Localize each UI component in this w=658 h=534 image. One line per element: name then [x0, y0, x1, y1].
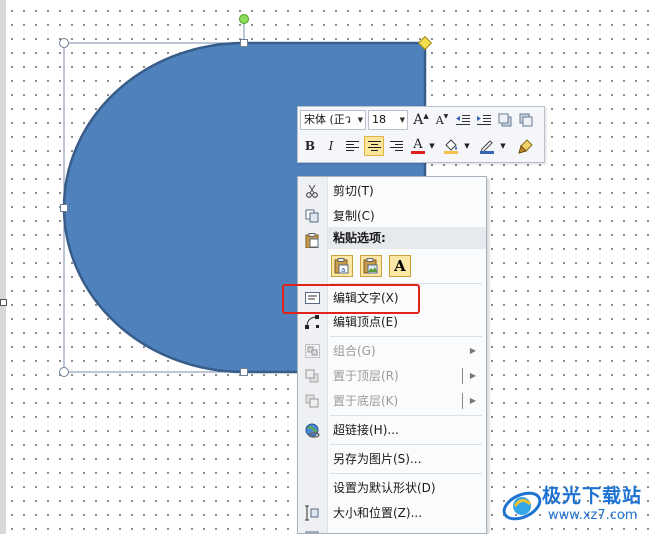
corner-handle-bottom-left[interactable]	[59, 367, 69, 377]
bring-to-front-icon	[304, 368, 320, 384]
decrease-indent-button[interactable]	[453, 110, 473, 130]
bring-forward-icon	[498, 113, 512, 127]
highlight-box	[282, 284, 420, 314]
font-size-value: 18	[372, 113, 386, 126]
shape-outline-dropdown[interactable]: ▼	[498, 136, 508, 156]
menu-item-format-shape-partial[interactable]	[298, 526, 486, 533]
svg-text:a: a	[341, 266, 345, 274]
font-size-combo[interactable]: 18 ▼	[368, 110, 408, 130]
context-menu: 剪切(T) 复制(C) 粘贴选项: a A 编辑文字(X) 编辑顶点(E) 组合…	[297, 176, 487, 534]
edge-handle-top[interactable]	[240, 39, 248, 47]
italic-button[interactable]: I	[321, 136, 341, 156]
menu-item-label: 超链接(H)...	[333, 423, 399, 437]
edit-points-icon	[304, 314, 320, 330]
format-painter-icon	[518, 139, 533, 154]
increase-indent-button[interactable]	[474, 110, 494, 130]
send-to-back-icon	[304, 393, 320, 409]
grow-font-icon: A	[413, 112, 424, 128]
format-shape-icon	[304, 530, 320, 533]
paint-bucket-icon	[444, 139, 458, 154]
grow-font-button[interactable]: A ▲	[411, 110, 431, 130]
edge-handle-bottom[interactable]	[240, 368, 248, 376]
paste-text-only-button[interactable]: A	[389, 255, 411, 277]
menu-item-hyperlink[interactable]: 超链接(H)...	[298, 418, 486, 442]
menu-item-label: 复制(C)	[333, 209, 375, 223]
menu-item-label: 设置为默认形状(D)	[333, 481, 436, 495]
menu-item-size-and-position[interactable]: 大小和位置(Z)...	[298, 501, 486, 525]
menu-item-save-as-picture[interactable]: 另存为图片(S)...	[298, 447, 486, 471]
decrease-indent-icon	[456, 115, 470, 125]
pen-outline-icon	[480, 140, 494, 154]
paste-use-destination-button[interactable]: a	[331, 255, 353, 277]
menu-item-copy[interactable]: 复制(C)	[298, 204, 486, 228]
bold-button[interactable]: B	[300, 136, 320, 156]
send-backward-button[interactable]	[516, 110, 536, 130]
paste-picture-button[interactable]	[360, 255, 382, 277]
mini-toolbar: 宋体 (正ว ▼ 18 ▼ A ▲ A ▼ B I A ▼ ▼ ▼	[297, 106, 545, 163]
menu-item-send-to-back[interactable]: 置于底层(K) ▶	[298, 389, 486, 413]
font-color-button[interactable]: A	[409, 136, 427, 156]
watermark-url: www.xz7.com	[548, 508, 638, 523]
align-right-button[interactable]	[386, 136, 406, 156]
menu-item-label: 另存为图片(S)...	[333, 452, 422, 466]
menu-item-cut[interactable]: 剪切(T)	[298, 179, 486, 203]
corner-handle-top-left[interactable]	[59, 38, 69, 48]
menu-item-label: 置于顶层(R)	[333, 369, 399, 383]
menu-item-label: 置于底层(K)	[333, 394, 399, 408]
menu-separator	[330, 473, 482, 474]
menu-item-label: 大小和位置(Z)...	[333, 506, 423, 520]
rotation-handle[interactable]	[239, 14, 249, 24]
shape-fill-dropdown[interactable]: ▼	[462, 136, 472, 156]
shrink-font-button[interactable]: A ▼	[432, 110, 452, 130]
send-backward-icon	[519, 113, 533, 127]
edge-handle-left[interactable]	[60, 204, 68, 212]
increase-indent-icon	[477, 115, 491, 125]
hyperlink-icon	[304, 422, 320, 438]
split-divider	[462, 393, 463, 409]
menu-item-label: 剪切(T)	[333, 184, 374, 198]
size-position-icon	[304, 505, 320, 521]
chevron-down-icon: ▼	[399, 116, 405, 124]
shrink-font-icon: A	[435, 113, 444, 127]
submenu-arrow-icon: ▶	[469, 371, 476, 380]
align-left-icon	[345, 140, 359, 151]
font-name-combo[interactable]: 宋体 (正ว ▼	[300, 110, 366, 130]
split-divider	[462, 368, 463, 384]
align-center-icon	[367, 140, 381, 151]
menu-item-label: 组合(G)	[333, 344, 376, 358]
font-color-dropdown[interactable]: ▼	[427, 136, 437, 156]
align-center-button[interactable]	[364, 136, 384, 156]
paste-options-header: 粘贴选项:	[328, 227, 486, 249]
shape-outline-button[interactable]	[476, 136, 498, 156]
submenu-arrow-icon: ▶	[469, 396, 476, 405]
copy-icon	[304, 208, 320, 224]
menu-item-set-default-shape[interactable]: 设置为默认形状(D)	[298, 476, 486, 500]
shape-fill-button[interactable]	[440, 136, 462, 156]
group-icon	[304, 343, 320, 359]
chevron-down-icon: ▼	[357, 116, 363, 124]
paste-text-only-icon: A	[394, 257, 406, 275]
paste-options-label: 粘贴选项:	[333, 231, 386, 245]
format-painter-button[interactable]	[516, 136, 536, 156]
menu-separator	[330, 415, 482, 416]
watermark: 极光下载站 www.xz7.com	[498, 478, 658, 534]
scissors-icon	[304, 183, 320, 199]
font-color-icon: A	[413, 136, 423, 152]
submenu-arrow-icon: ▶	[469, 346, 476, 355]
align-right-icon	[389, 140, 403, 151]
bold-icon: B	[304, 139, 316, 153]
watermark-title: 极光下载站	[542, 485, 643, 507]
menu-separator	[330, 336, 482, 337]
font-name-value: 宋体 (正ว	[304, 113, 351, 126]
italic-icon: I	[328, 139, 334, 153]
site-logo-icon	[502, 491, 542, 521]
paste-picture-icon	[363, 258, 378, 274]
align-left-button[interactable]	[342, 136, 362, 156]
menu-item-bring-to-front[interactable]: 置于顶层(R) ▶	[298, 364, 486, 388]
bring-forward-button[interactable]	[495, 110, 515, 130]
menu-separator	[330, 444, 482, 445]
paste-destination-icon: a	[334, 258, 349, 274]
clipboard-icon	[304, 232, 320, 248]
menu-item-group[interactable]: 组合(G) ▶	[298, 339, 486, 363]
